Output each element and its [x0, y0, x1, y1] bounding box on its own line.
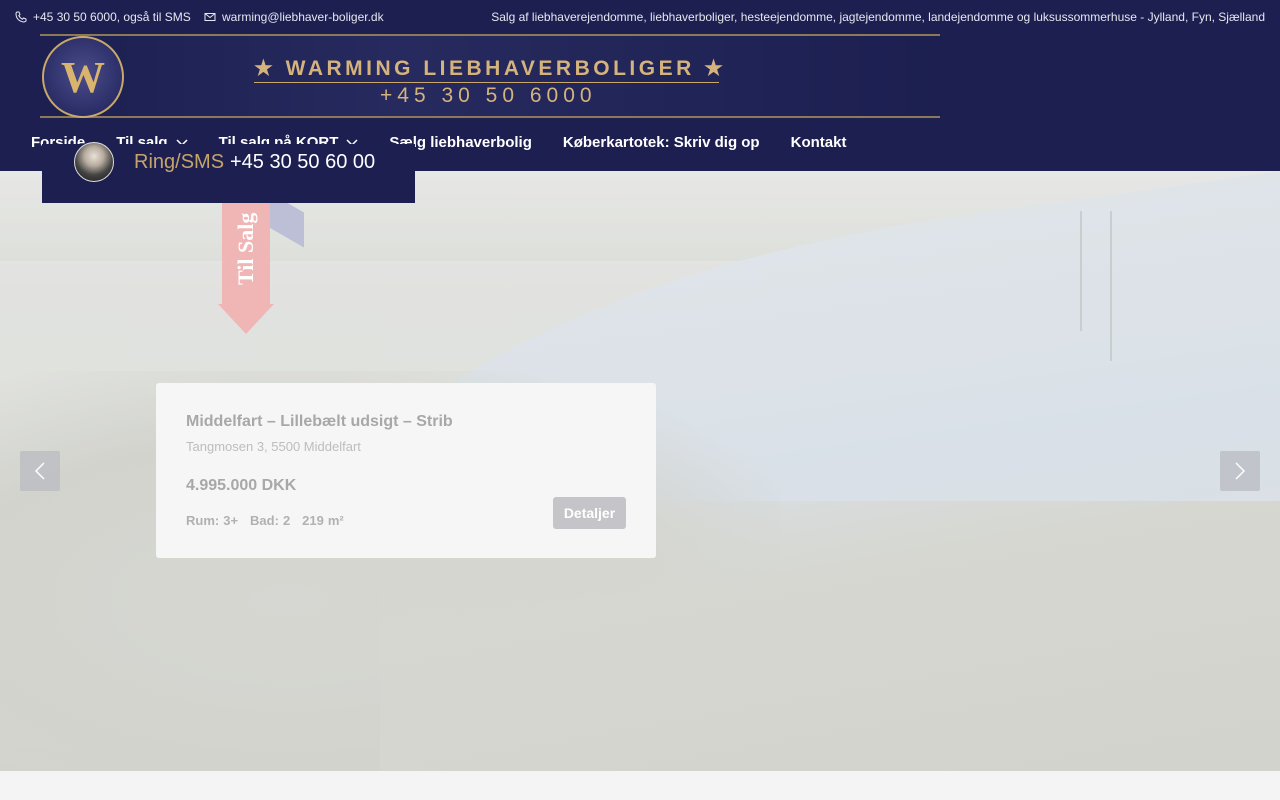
slider-prev-button[interactable] — [20, 451, 60, 491]
area-value: 219 — [302, 513, 324, 528]
call-box[interactable]: Ring/SMS +45 30 50 60 00 — [42, 142, 415, 203]
topbar-email-text: warming@liebhaver-boliger.dk — [222, 10, 384, 24]
details-button[interactable]: Detaljer — [553, 497, 626, 529]
baths-label: Bad: — [250, 513, 279, 528]
listing-specs: Rum: 3+ Bad: 2 219 m² — [186, 513, 344, 528]
listing-area: 219 m² — [302, 513, 344, 528]
top-bar: +45 30 50 6000, også til SMS warming@lie… — [0, 0, 1280, 34]
agent-avatar — [74, 142, 114, 182]
nav-item-kontakt[interactable]: Kontakt — [791, 134, 847, 151]
call-box-number: +45 30 50 60 00 — [230, 151, 376, 173]
topbar-phone-text: +45 30 50 6000, også til SMS — [33, 10, 191, 24]
rooms-label: Rum: — [186, 513, 220, 528]
baths-value: 2 — [282, 513, 291, 528]
nav-item-label: Kontakt — [790, 134, 847, 151]
logo-phone: +45 30 50 6000 — [380, 84, 597, 107]
listing-address: Tangmosen 3, 5500 Middelfart — [186, 439, 361, 454]
slider-next-button[interactable] — [1220, 451, 1260, 491]
rooms-value: 3+ — [223, 513, 239, 528]
listing-price: 4.995.000 DKK — [186, 477, 297, 494]
topbar-tagline: Salg af liebhaverejendomme, liebhaverbol… — [491, 10, 1265, 24]
nav-item-label: Køberkartotek: Skriv dig op — [562, 134, 760, 151]
ribbon-arrow-tip — [218, 304, 274, 334]
call-box-label: Ring/SMS — [134, 151, 225, 173]
logo-title: ★ WARMING LIEBHAVERBOLIGER ★ — [254, 57, 727, 80]
topbar-email-link[interactable]: warming@liebhaver-boliger.dk — [204, 10, 384, 24]
logo-divider — [254, 82, 719, 83]
nav-item-koeberkartotek[interactable]: Køberkartotek: Skriv dig op — [563, 134, 760, 151]
chevron-right-icon — [1235, 462, 1246, 480]
topbar-phone-link[interactable]: +45 30 50 6000, også til SMS — [15, 10, 191, 24]
logo-badge-letter: W — [61, 52, 105, 102]
chevron-left-icon — [34, 462, 45, 480]
logo-badge: W — [42, 36, 124, 118]
logo-banner[interactable]: W ★ WARMING LIEBHAVERBOLIGER ★ +45 30 50… — [40, 34, 940, 118]
listing-title[interactable]: Middelfart – Lillebælt udsigt – Strib — [186, 413, 453, 431]
envelope-icon — [204, 13, 216, 21]
listing-rooms: Rum: 3+ — [186, 513, 238, 528]
hero-slider: Til Salg Middelfart – Lillebælt udsigt –… — [0, 171, 1280, 771]
ribbon-text: Til Salg — [233, 212, 258, 286]
listing-card[interactable]: Middelfart – Lillebælt udsigt – Strib Ta… — [156, 383, 656, 558]
listing-baths: Bad: 2 — [250, 513, 290, 528]
area-unit: m² — [327, 513, 344, 528]
phone-icon — [15, 11, 27, 23]
